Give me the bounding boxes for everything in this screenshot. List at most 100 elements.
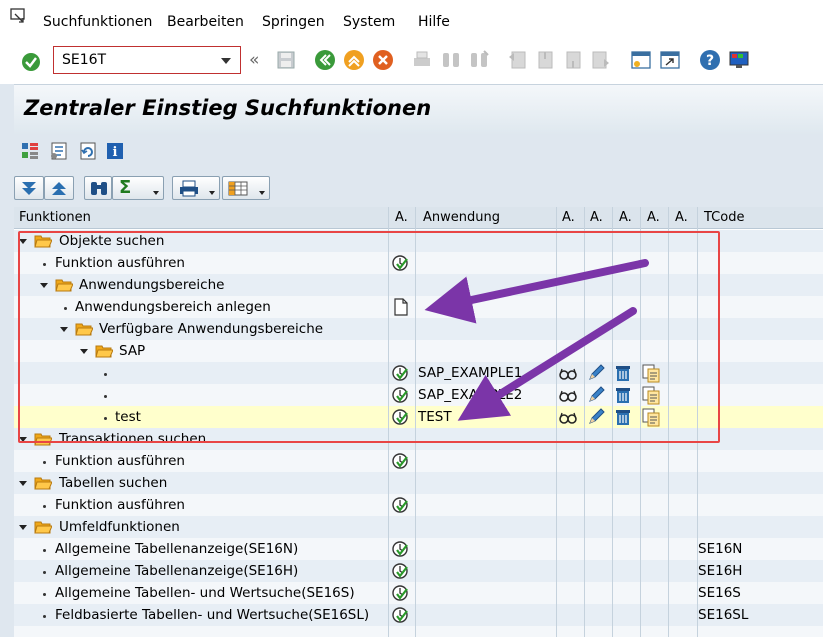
menu-bearbeiten[interactable]: Bearbeiten: [167, 14, 244, 30]
expand-toggle-icon[interactable]: [40, 283, 48, 288]
collapse-command-icon[interactable]: «: [249, 50, 259, 70]
delete-trash-icon[interactable]: [613, 385, 633, 405]
tree-node-label[interactable]: Feldbasierte Tabellen- und Wertsuche(SE1…: [55, 607, 369, 623]
col-a4[interactable]: A.: [619, 210, 632, 225]
new-session-icon[interactable]: [630, 49, 652, 71]
edit-pencil-icon[interactable]: [586, 407, 606, 427]
execute-clock-icon[interactable]: [391, 364, 409, 382]
tree-node-label[interactable]: test: [115, 409, 141, 425]
print-list-button[interactable]: [172, 176, 220, 200]
edit-pencil-icon[interactable]: [586, 363, 606, 383]
expand-all-button[interactable]: [14, 176, 44, 200]
first-page-icon[interactable]: [506, 49, 528, 71]
display-glasses-icon[interactable]: [558, 385, 578, 405]
execute-clock-icon[interactable]: [391, 606, 409, 624]
info-icon[interactable]: i: [105, 141, 125, 161]
refresh-icon[interactable]: [78, 141, 98, 161]
execute-clock-icon[interactable]: [391, 386, 409, 404]
execute-clock-icon[interactable]: [391, 408, 409, 426]
open-folder-icon: [34, 235, 52, 248]
bullet-icon: [104, 395, 107, 398]
execute-clock-icon[interactable]: [391, 584, 409, 602]
copy-icon[interactable]: [641, 363, 661, 383]
execute-clock-icon[interactable]: [391, 540, 409, 558]
menu-springen[interactable]: Springen: [262, 14, 325, 30]
expand-toggle-icon[interactable]: [60, 327, 68, 332]
tree-node-label[interactable]: Transaktionen suchen: [59, 431, 206, 447]
command-dropdown-icon[interactable]: [221, 58, 231, 64]
tree-node-label[interactable]: Allgemeine Tabellen- und Wertsuche(SE16S…: [55, 585, 355, 601]
customize-layout-icon[interactable]: [728, 49, 750, 71]
exit-icon[interactable]: [343, 49, 365, 71]
col-a6[interactable]: A.: [675, 210, 688, 225]
tree-node-label[interactable]: Tabellen suchen: [59, 475, 167, 491]
cancel-icon[interactable]: [372, 49, 394, 71]
find-button[interactable]: [84, 176, 112, 200]
tree-node-label[interactable]: SAP: [119, 343, 145, 359]
find-icon[interactable]: [440, 49, 462, 71]
tree-node-label[interactable]: Funktion ausführen: [55, 255, 185, 271]
left-edge: [0, 84, 14, 637]
execute-clock-icon[interactable]: [391, 452, 409, 470]
tree-node-label[interactable]: Funktion ausführen: [55, 497, 185, 513]
execute-clock-icon[interactable]: [391, 496, 409, 514]
collapse-all-button[interactable]: [44, 176, 74, 200]
tree-node-label[interactable]: Anwendungsbereiche: [79, 277, 224, 293]
command-field[interactable]: SE16T: [53, 46, 241, 74]
printer-icon: [180, 180, 198, 197]
next-page-icon[interactable]: [562, 49, 584, 71]
expand-tree-icon[interactable]: [20, 141, 40, 161]
display-glasses-icon[interactable]: [558, 363, 578, 383]
sum-button[interactable]: Σ: [112, 176, 164, 200]
save-icon[interactable]: [276, 50, 296, 70]
col-funktionen[interactable]: Funktionen: [19, 210, 91, 225]
delete-trash-icon[interactable]: [613, 363, 633, 383]
print-icon[interactable]: [411, 49, 433, 71]
copy-icon[interactable]: [641, 407, 661, 427]
expand-toggle-icon[interactable]: [19, 239, 27, 244]
col-a1[interactable]: A.: [395, 210, 408, 225]
col-tcode[interactable]: TCode: [704, 210, 744, 225]
column-separator: [388, 207, 389, 637]
tree-node-label[interactable]: Funktion ausführen: [55, 453, 185, 469]
delete-trash-icon[interactable]: [613, 407, 633, 427]
bullet-icon: [64, 307, 67, 310]
menu-suchfunktionen[interactable]: Suchfunktionen: [43, 14, 152, 30]
display-glasses-icon[interactable]: [558, 407, 578, 427]
last-page-icon[interactable]: [590, 49, 612, 71]
col-a3[interactable]: A.: [590, 210, 603, 225]
col-anwendung[interactable]: Anwendung: [423, 210, 500, 225]
shortcut-icon[interactable]: [659, 49, 681, 71]
layout-button[interactable]: [222, 176, 270, 200]
new-document-icon[interactable]: [392, 298, 410, 316]
copy-icon[interactable]: [641, 385, 661, 405]
execute-clock-icon[interactable]: [391, 562, 409, 580]
enter-check-icon[interactable]: [20, 51, 42, 73]
edit-pencil-icon[interactable]: [586, 385, 606, 405]
col-a2[interactable]: A.: [562, 210, 575, 225]
expand-toggle-icon[interactable]: [19, 437, 27, 442]
tree-node-label[interactable]: Objekte suchen: [59, 233, 164, 249]
system-menu-icon[interactable]: [10, 8, 28, 24]
menu-system[interactable]: System: [343, 14, 395, 30]
col-a5[interactable]: A.: [647, 210, 660, 225]
expand-toggle-icon[interactable]: [19, 525, 27, 530]
tree-node-label[interactable]: Verfügbare Anwendungsbereiche: [99, 321, 323, 337]
previous-page-icon[interactable]: [534, 49, 556, 71]
find-next-icon[interactable]: [468, 49, 490, 71]
tree-node-label[interactable]: Anwendungsbereich anlegen: [75, 299, 271, 315]
bullet-icon: [43, 263, 46, 266]
help-icon[interactable]: ?: [699, 49, 721, 71]
tree-node-label[interactable]: Allgemeine Tabellenanzeige(SE16H): [55, 563, 298, 579]
settings-list-icon[interactable]: [49, 141, 69, 161]
tree-node-label[interactable]: Allgemeine Tabellenanzeige(SE16N): [55, 541, 298, 557]
menu-hilfe[interactable]: Hilfe: [418, 14, 450, 30]
tree-node-label[interactable]: Umfeldfunktionen: [59, 519, 180, 535]
application-name: SAP_EXAMPLE2: [418, 387, 523, 403]
execute-clock-icon[interactable]: [391, 254, 409, 272]
tree-row[interactable]: [14, 626, 823, 637]
expand-toggle-icon[interactable]: [80, 349, 88, 354]
column-separator: [556, 207, 557, 637]
expand-toggle-icon[interactable]: [19, 481, 27, 486]
back-icon[interactable]: [314, 49, 336, 71]
